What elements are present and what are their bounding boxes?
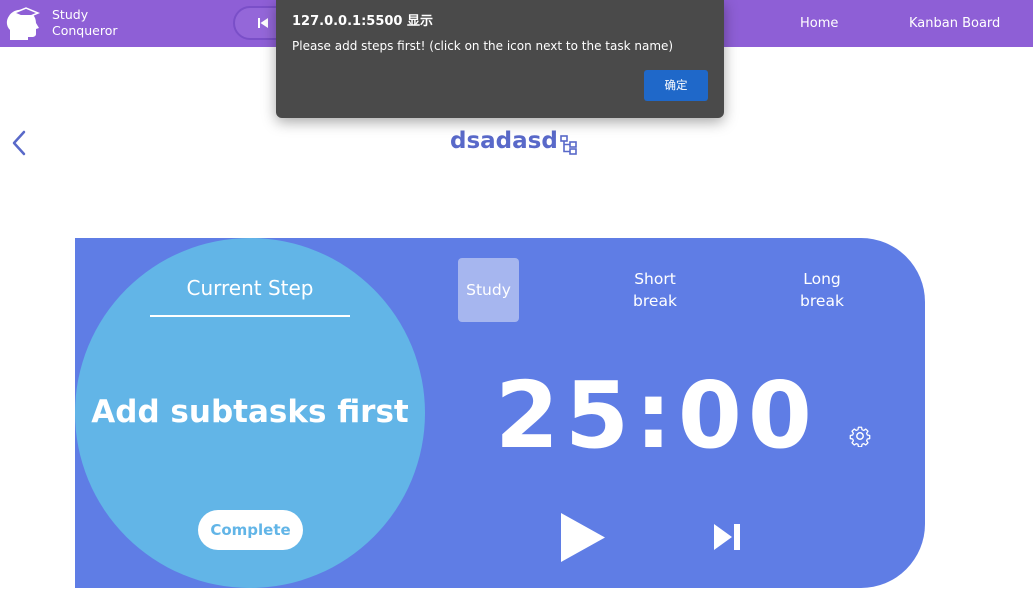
current-step-heading: Current Step — [186, 276, 314, 300]
nav-link-home[interactable]: Home — [800, 16, 838, 31]
nav-link-kanban-board[interactable]: Kanban Board — [909, 16, 1000, 31]
skip-next-icon[interactable] — [712, 522, 742, 552]
heading-divider — [150, 315, 350, 317]
mode-tab-label: Long — [803, 270, 841, 288]
complete-button[interactable]: Complete — [198, 510, 303, 550]
steps-tree-icon[interactable] — [560, 135, 578, 155]
mode-tab-study[interactable]: Study — [458, 258, 519, 322]
dialog-message: Please add steps first! (click on the ic… — [292, 39, 674, 53]
brand-line-1: Study — [52, 7, 89, 22]
play-icon[interactable] — [558, 510, 608, 565]
mode-tab-label: break — [633, 292, 677, 310]
head-logo-icon[interactable] — [4, 4, 44, 42]
skip-previous-icon[interactable] — [257, 17, 269, 29]
dialog-ok-button[interactable]: 确定 — [644, 70, 708, 101]
brand-line-2: Conqueror — [52, 23, 118, 38]
brand-name[interactable]: Study Conqueror — [52, 7, 118, 39]
mode-tab-label: Short — [634, 270, 676, 288]
current-step-text: Add subtasks first — [91, 394, 409, 430]
mode-tab-label: break — [800, 292, 844, 310]
mode-tab-long-break[interactable]: Long break — [782, 268, 862, 312]
timer-display: 25:00 — [495, 362, 818, 469]
task-title: dsadasd — [450, 128, 558, 154]
alert-dialog: 127.0.0.1:5500 显示 Please add steps first… — [276, 0, 724, 118]
dialog-title: 127.0.0.1:5500 显示 — [292, 14, 433, 29]
current-step-panel: Current Step Add subtasks first Complete — [75, 238, 425, 588]
mode-tab-short-break[interactable]: Short break — [615, 268, 695, 312]
gear-icon[interactable] — [849, 425, 871, 447]
back-chevron-icon[interactable] — [8, 128, 30, 158]
